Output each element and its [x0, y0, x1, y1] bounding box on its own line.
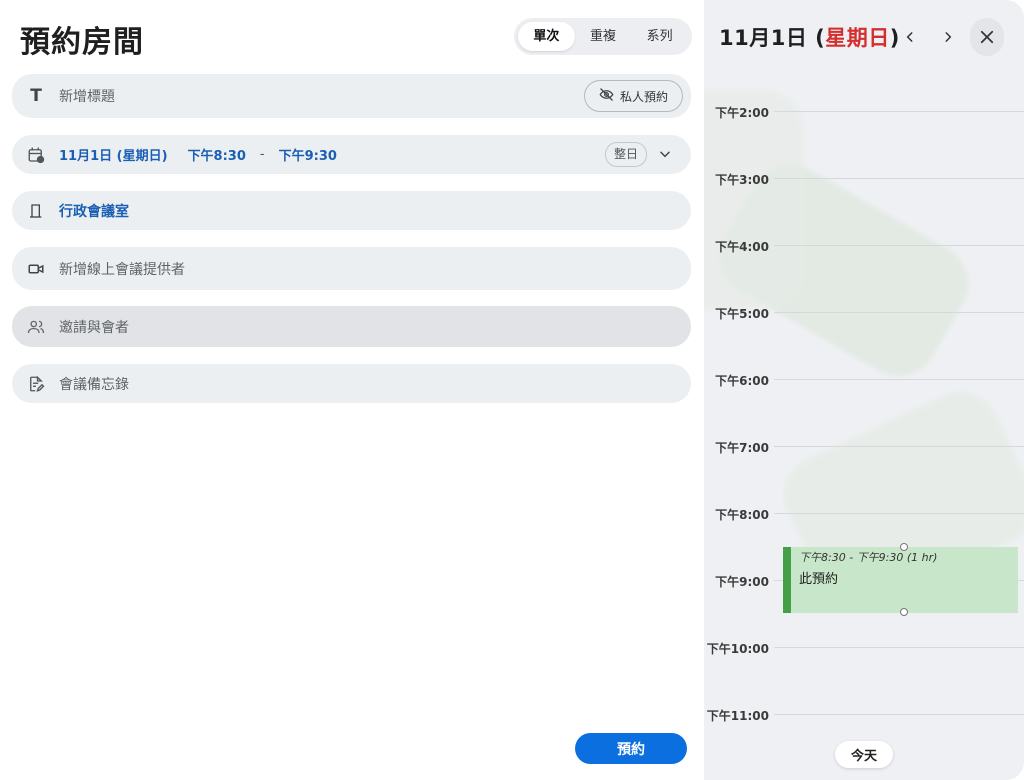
page-title: 預約房間: [20, 25, 144, 60]
hour-label: 下午4:00: [715, 240, 769, 254]
date-time-field[interactable]: 11月1日 (星期日) 下午8:30 - 下午9:30 整日: [12, 135, 691, 174]
hour-gridline: [774, 446, 1024, 447]
note-edit-icon: [25, 373, 47, 395]
hour-gridline: [774, 513, 1024, 514]
title-field[interactable]: T 新增標題 私人預約: [12, 74, 691, 118]
booking-form-panel: 預約房間 單次 重複 系列 T 新增標題 私人預約 11月1日 (星期日) 下午…: [0, 0, 704, 780]
weekday: 星期日: [825, 26, 890, 50]
date-prefix: 11月1日 (: [719, 26, 826, 50]
hour-row[interactable]: 下午3:00: [704, 173, 1024, 187]
hour-row[interactable]: 下午11:00: [704, 709, 1024, 723]
eye-off-icon: [599, 87, 614, 105]
close-button[interactable]: [970, 18, 1004, 56]
all-day-toggle[interactable]: 整日: [604, 142, 647, 167]
next-day-button[interactable]: [931, 20, 965, 54]
hour-gridline: [774, 245, 1024, 246]
book-button[interactable]: 預約: [575, 733, 687, 764]
today-button[interactable]: 今天: [835, 741, 893, 768]
background-decoration: [704, 90, 804, 310]
private-booking-button[interactable]: 私人預約: [583, 80, 683, 112]
hour-label: 下午10:00: [706, 642, 769, 656]
hour-gridline: [774, 647, 1024, 648]
chevron-right-icon: [945, 32, 952, 42]
hour-label: 下午11:00: [706, 709, 769, 723]
end-time[interactable]: 下午9:30: [279, 145, 337, 164]
resize-handle-top[interactable]: [900, 543, 908, 551]
hour-label: 下午3:00: [715, 173, 769, 187]
tab-recurring[interactable]: 重複: [575, 22, 632, 51]
hour-row[interactable]: 下午4:00: [704, 240, 1024, 254]
tab-single[interactable]: 單次: [518, 22, 575, 51]
hour-label: 下午8:00: [715, 508, 769, 522]
calendar-clock-icon: [25, 144, 47, 166]
meeting-notes-placeholder: 會議備忘錄: [59, 376, 129, 393]
day-calendar-panel: 11月1日 (星期日) 下午2:00 下午3:00 下午4:00 下午5:00 …: [704, 0, 1024, 780]
booking-event-block[interactable]: 下午8:30 - 下午9:30 (1 hr) 此預約: [783, 547, 1018, 613]
hour-gridline: [774, 312, 1024, 313]
invite-attendees-placeholder: 邀請與會者: [59, 319, 129, 336]
video-camera-icon: [25, 258, 47, 280]
chevron-left-icon: [906, 32, 913, 42]
resize-handle-bottom[interactable]: [900, 608, 908, 616]
hour-label: 下午9:00: [715, 575, 769, 589]
hour-label: 下午7:00: [715, 441, 769, 455]
hour-row[interactable]: 下午6:00: [704, 374, 1024, 388]
hour-row[interactable]: 下午2:00: [704, 106, 1024, 120]
booking-type-segmented-control: 單次 重複 系列: [514, 18, 692, 55]
previous-day-button[interactable]: [893, 20, 927, 54]
title-input-placeholder: 新增標題: [59, 89, 115, 105]
door-icon: [25, 200, 47, 222]
text-icon: T: [30, 86, 42, 106]
hour-gridline: [774, 379, 1024, 380]
hour-label: 下午5:00: [715, 307, 769, 321]
online-meeting-field[interactable]: 新增線上會議提供者: [12, 247, 691, 290]
hour-row[interactable]: 下午7:00: [704, 441, 1024, 455]
private-booking-label: 私人預約: [619, 89, 668, 104]
people-icon: [25, 316, 47, 338]
chevron-down-icon[interactable]: [655, 144, 675, 164]
online-meeting-placeholder: 新增線上會議提供者: [59, 261, 185, 278]
hour-gridline: [774, 178, 1024, 179]
calendar-date-heading: 11月1日 (星期日): [719, 22, 900, 52]
time-separator: -: [259, 147, 265, 162]
hour-row[interactable]: 下午10:00: [704, 642, 1024, 656]
meeting-notes-field[interactable]: 會議備忘錄: [12, 364, 691, 403]
tab-series[interactable]: 系列: [631, 22, 688, 51]
hour-row[interactable]: 下午5:00: [704, 307, 1024, 321]
event-time: 下午8:30 - 下午9:30 (1 hr): [799, 551, 938, 564]
room-name: 行政會議室: [59, 203, 129, 220]
hour-gridline: [774, 111, 1024, 112]
hour-label: 下午2:00: [715, 106, 769, 120]
hour-gridline: [774, 714, 1024, 715]
date-value[interactable]: 11月1日 (星期日): [59, 145, 168, 164]
hour-row[interactable]: 下午8:00: [704, 508, 1024, 522]
close-icon: [980, 30, 994, 44]
room-field[interactable]: 行政會議室: [12, 191, 691, 230]
invite-attendees-field[interactable]: 邀請與會者: [12, 306, 691, 347]
event-title: 此預約: [799, 572, 839, 587]
start-time[interactable]: 下午8:30: [188, 145, 246, 164]
hour-label: 下午6:00: [715, 374, 769, 388]
